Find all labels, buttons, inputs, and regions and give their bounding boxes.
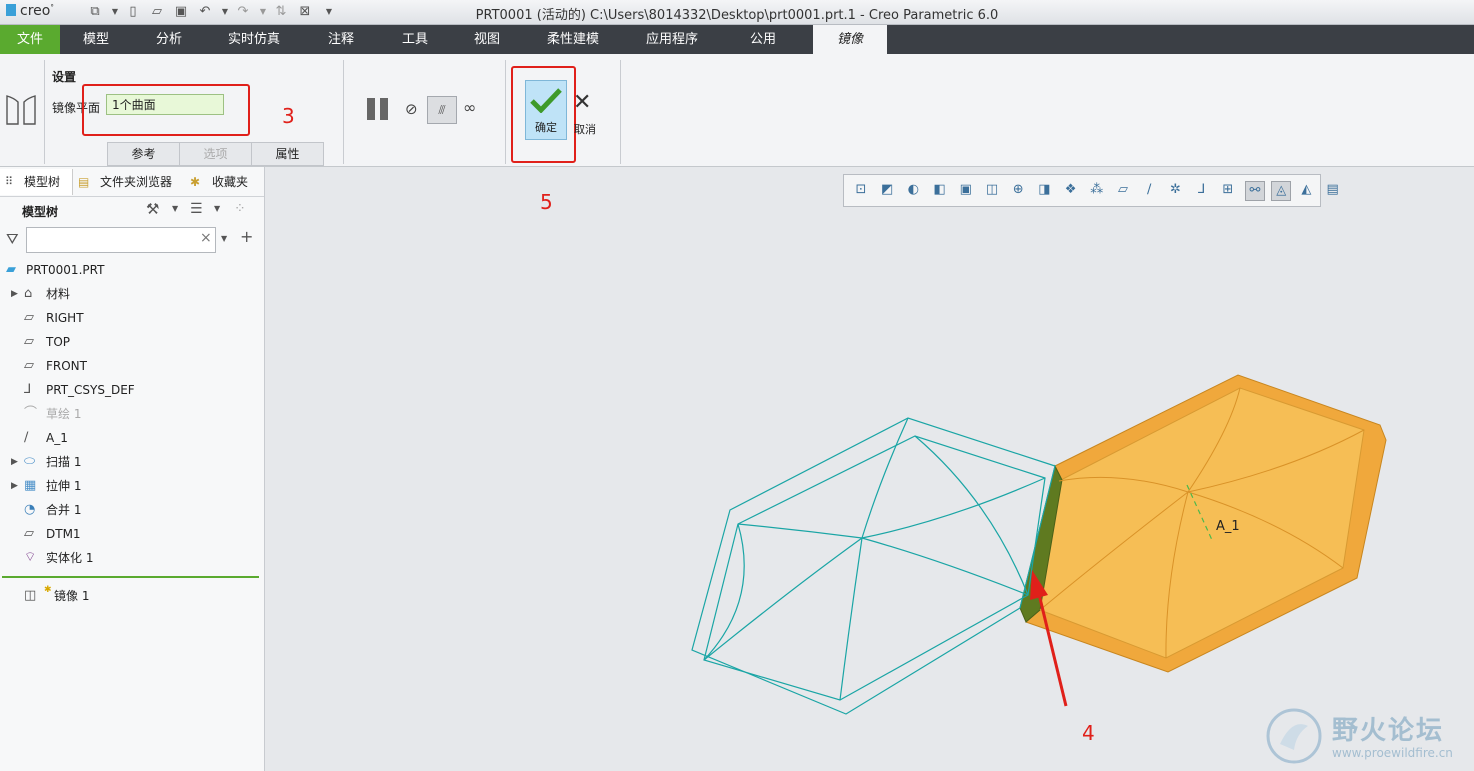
annotation-4: 4 bbox=[1082, 721, 1095, 745]
watermark: 野火论坛 www.proewildfire.cn bbox=[1262, 704, 1472, 768]
watermark-logo-icon bbox=[1266, 708, 1322, 764]
model-viewport[interactable]: A_1 bbox=[0, 0, 1474, 771]
axis-label-a1[interactable]: A_1 bbox=[1216, 519, 1240, 534]
watermark-title: 野火论坛 bbox=[1332, 716, 1445, 746]
annotation-5: 5 bbox=[540, 190, 553, 214]
solid-body[interactable] bbox=[1019, 374, 1387, 673]
mirror-preview-wireframe bbox=[691, 417, 1056, 715]
watermark-url: www.proewildfire.cn bbox=[1332, 746, 1453, 760]
